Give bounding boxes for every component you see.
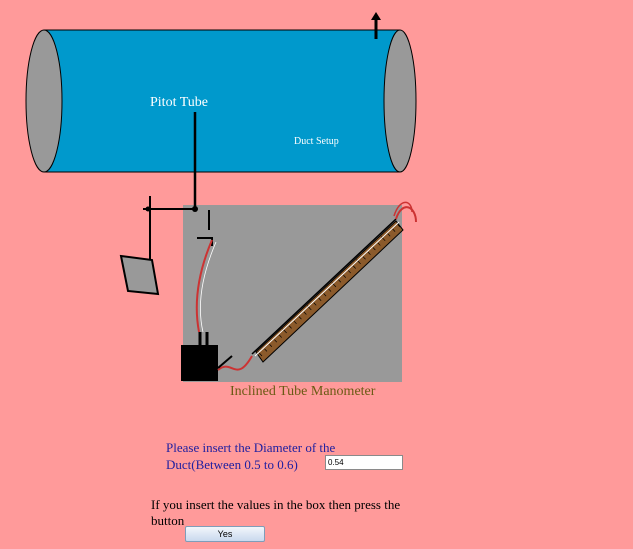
instruction-line1: If you insert the values in the box then…	[151, 497, 401, 512]
duct	[25, 29, 417, 173]
pitot-tube-label: Pitot Tube	[150, 95, 208, 110]
diameter-input[interactable]	[325, 455, 403, 470]
experiment-scene	[25, 12, 417, 382]
yes-button[interactable]: Yes	[185, 526, 265, 542]
duct-body	[43, 29, 401, 173]
stand-plate	[119, 254, 160, 296]
duct-setup-label: Duct Setup	[294, 136, 339, 147]
duct-inlet-end	[25, 29, 63, 173]
diameter-prompt-line2: Duct(Between 0.5 to 0.6)	[166, 457, 298, 472]
duct-outlet-end	[383, 29, 417, 173]
instruction-line2: button	[151, 513, 185, 528]
diameter-prompt-line1: Please insert the Diameter of the	[166, 440, 336, 455]
manometer-label: Inclined Tube Manometer	[230, 384, 376, 399]
manometer-reservoir	[181, 345, 218, 381]
